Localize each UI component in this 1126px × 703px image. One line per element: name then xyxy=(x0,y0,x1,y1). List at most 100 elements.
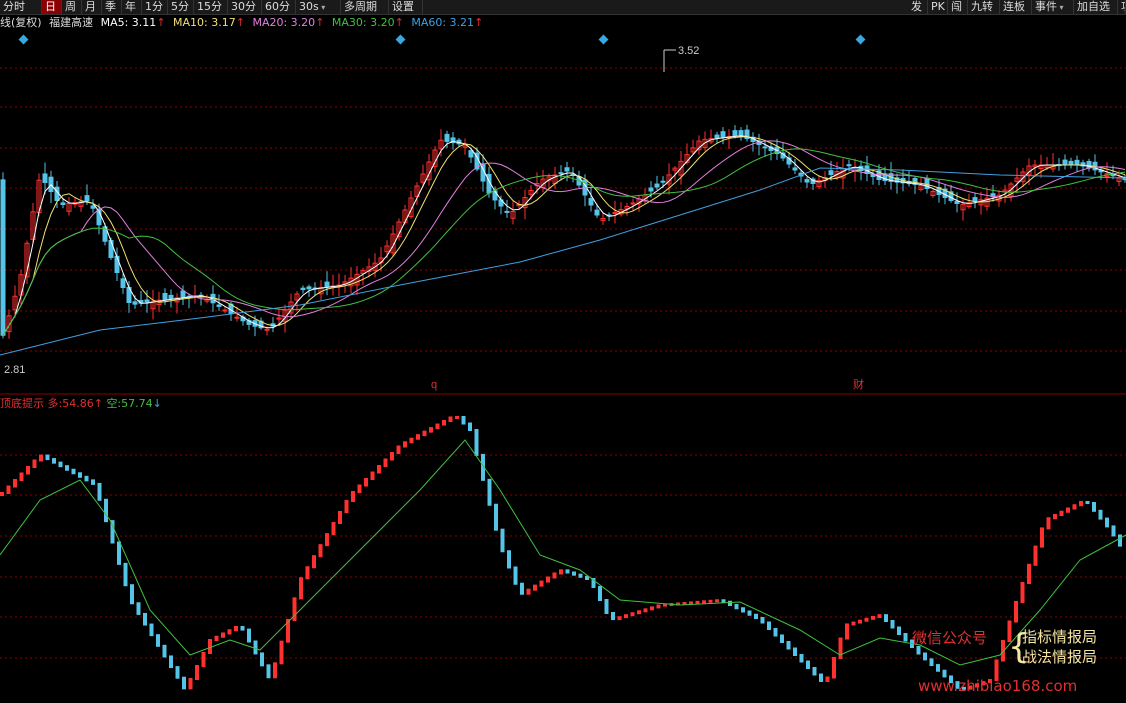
candle-body xyxy=(0,179,6,336)
event-marker-financial[interactable]: 财 xyxy=(853,377,864,391)
indicator-bar xyxy=(617,616,622,621)
candle-body xyxy=(792,167,798,171)
indicator-bar xyxy=(1098,509,1103,520)
moving-average-lines xyxy=(0,135,1126,356)
indicator-bar xyxy=(104,498,108,523)
indicator-bar xyxy=(1033,545,1038,566)
candle-body xyxy=(588,198,594,206)
candle-body xyxy=(306,286,312,290)
indicator-bar xyxy=(117,541,121,565)
indicator-bar xyxy=(702,600,706,604)
indicator-bar xyxy=(845,623,849,640)
candle-body xyxy=(468,150,474,158)
indicator-bar xyxy=(1079,501,1083,507)
kline-chart[interactable]: 3.52 2.81 q 财 xyxy=(0,0,1126,703)
candle-body xyxy=(804,179,810,183)
indicator-bar xyxy=(45,454,50,461)
candle-body xyxy=(1074,159,1080,166)
candle-body xyxy=(732,130,738,137)
indicator-bar xyxy=(19,472,24,481)
indicator-bar xyxy=(162,644,167,658)
watermark-title-1: 指标情报局 xyxy=(1022,628,1098,646)
indicator-bar xyxy=(728,600,732,606)
indicator-bar xyxy=(877,614,882,618)
indicator-bar xyxy=(1066,507,1070,513)
indicator-name: 顶底提示 xyxy=(0,397,44,410)
indicator-bar xyxy=(396,445,401,454)
indicator-bar xyxy=(546,576,550,583)
indicator-bar xyxy=(890,620,895,629)
indicator-bar xyxy=(234,626,238,632)
short-label: 空: xyxy=(106,397,122,410)
indicator-bar xyxy=(819,673,823,682)
indicator-bar xyxy=(344,499,349,513)
indicator-bar xyxy=(780,634,784,643)
indicator-bar xyxy=(13,479,17,488)
indicator-bar xyxy=(747,610,752,616)
indicator-bar xyxy=(357,484,362,493)
candle-body xyxy=(132,301,138,305)
indicator-bar xyxy=(1046,517,1051,530)
candle-body xyxy=(60,202,66,205)
candle-body xyxy=(168,294,174,300)
indicator-bar xyxy=(1014,601,1018,623)
indicator-bar xyxy=(1118,534,1122,547)
indicator-bar xyxy=(188,678,193,690)
indicator-bar xyxy=(838,637,843,659)
candle-body xyxy=(120,278,126,289)
indicator-bar xyxy=(221,632,225,638)
indicator-bar xyxy=(1105,517,1109,528)
candle-body xyxy=(558,172,564,175)
candle-body xyxy=(972,197,978,202)
indicator-bar xyxy=(240,626,245,631)
indicator-bar xyxy=(65,465,69,471)
candle-body xyxy=(762,146,768,149)
event-marker-q[interactable]: q xyxy=(431,379,437,391)
indicator-bar xyxy=(201,652,206,667)
candle-body xyxy=(564,167,570,172)
indicator-bar xyxy=(305,566,310,580)
indicator-bar xyxy=(247,628,251,643)
indicator-bar xyxy=(182,676,186,690)
indicator-bar xyxy=(598,586,602,601)
indicator-bar xyxy=(936,664,940,672)
indicator-bar xyxy=(799,654,804,663)
indicator-bar xyxy=(643,608,648,613)
candle-body xyxy=(84,195,90,201)
candle-body xyxy=(660,180,666,183)
indicator-bar xyxy=(390,452,394,461)
indicator-bar xyxy=(1059,510,1064,516)
indicator-bar xyxy=(32,459,37,468)
candle-body xyxy=(870,174,876,177)
candle-body xyxy=(144,299,150,303)
candle-body xyxy=(594,209,600,216)
indicator-bar xyxy=(864,617,869,622)
indicator-bar xyxy=(84,475,89,482)
indicator-bar xyxy=(559,569,563,575)
indicator-bar xyxy=(26,466,30,475)
short-value: 57.74 xyxy=(121,397,153,410)
indicator-bar xyxy=(338,511,342,525)
indicator-bar xyxy=(767,621,771,630)
indicator-bar xyxy=(331,522,336,536)
indicator-bar xyxy=(624,614,628,619)
indicator-bar xyxy=(604,599,609,614)
indicator-bar xyxy=(721,599,726,603)
indicator-bar xyxy=(715,599,719,603)
indicator-bar xyxy=(871,616,875,620)
indicator-bar xyxy=(806,660,810,669)
indicator-bar xyxy=(695,600,700,604)
indicator-bar xyxy=(364,478,368,487)
indicator-bar xyxy=(455,416,459,419)
long-value: 54.86 xyxy=(62,397,94,410)
candle-body xyxy=(324,281,330,288)
indicator-bar xyxy=(793,647,797,656)
indicator-bar xyxy=(500,528,505,553)
candle-body xyxy=(504,210,510,213)
indicator-bar xyxy=(429,427,433,433)
candle-body xyxy=(162,293,168,300)
indicator-bar xyxy=(1020,582,1025,603)
indicator-bar xyxy=(526,588,531,595)
indicator-bar xyxy=(97,482,102,501)
indicator-bar xyxy=(630,612,635,617)
